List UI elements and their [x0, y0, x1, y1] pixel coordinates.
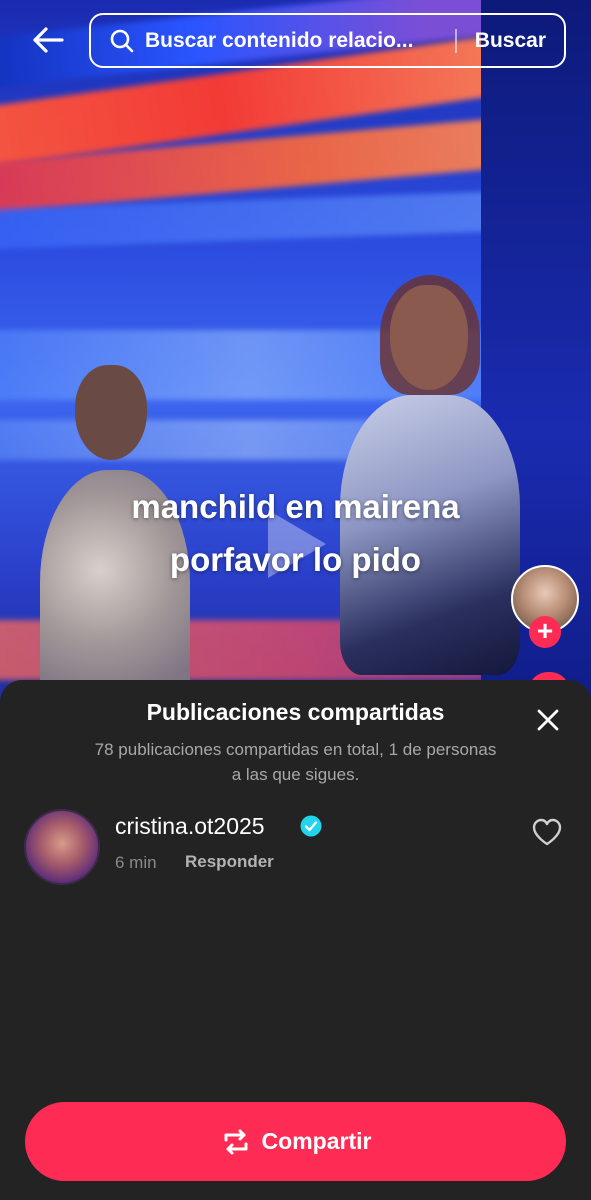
search-icon [110, 29, 134, 52]
screen: manchild en mairena porfavor lo pido + B… [0, 0, 591, 1200]
back-button[interactable] [26, 20, 70, 60]
video-caption: manchild en mairena porfavor lo pido [0, 480, 591, 586]
caption-line-1: manchild en mairena [131, 488, 460, 525]
close-button[interactable] [530, 702, 566, 738]
heart-icon[interactable] [531, 817, 563, 847]
share-button[interactable]: Compartir [25, 1102, 566, 1181]
back-arrow-icon [33, 27, 64, 53]
plus-icon[interactable]: + [529, 616, 561, 648]
caption-line-2: porfavor lo pido [169, 541, 422, 578]
sheet-subtitle: 78 publicaciones compartidas en total, 1… [94, 740, 497, 784]
reply-button[interactable]: Responder [185, 852, 274, 872]
performer-left-head [75, 365, 147, 460]
performer-right-head [390, 285, 468, 390]
avatar[interactable] [24, 809, 100, 885]
video-player[interactable]: manchild en mairena porfavor lo pido [0, 0, 591, 720]
search-bar[interactable]: Buscar contenido relacio... Buscar [89, 13, 566, 68]
close-icon [537, 709, 559, 731]
search-button[interactable]: Buscar [475, 29, 546, 53]
verified-icon [300, 815, 322, 837]
search-divider [454, 28, 457, 53]
timestamp: 6 min [115, 853, 157, 872]
username[interactable]: cristina.ot2025 [115, 813, 265, 840]
repost-icon [224, 1129, 248, 1154]
sheet-title: Publicaciones compartidas [146, 699, 445, 725]
search-input[interactable]: Buscar contenido relacio... [145, 29, 445, 53]
list-item[interactable]: cristina.ot2025 6 min Responder [0, 805, 591, 895]
share-label: Compartir [261, 1128, 372, 1154]
shared-posts-sheet: Publicaciones compartidas 78 publicacion… [0, 680, 591, 1200]
